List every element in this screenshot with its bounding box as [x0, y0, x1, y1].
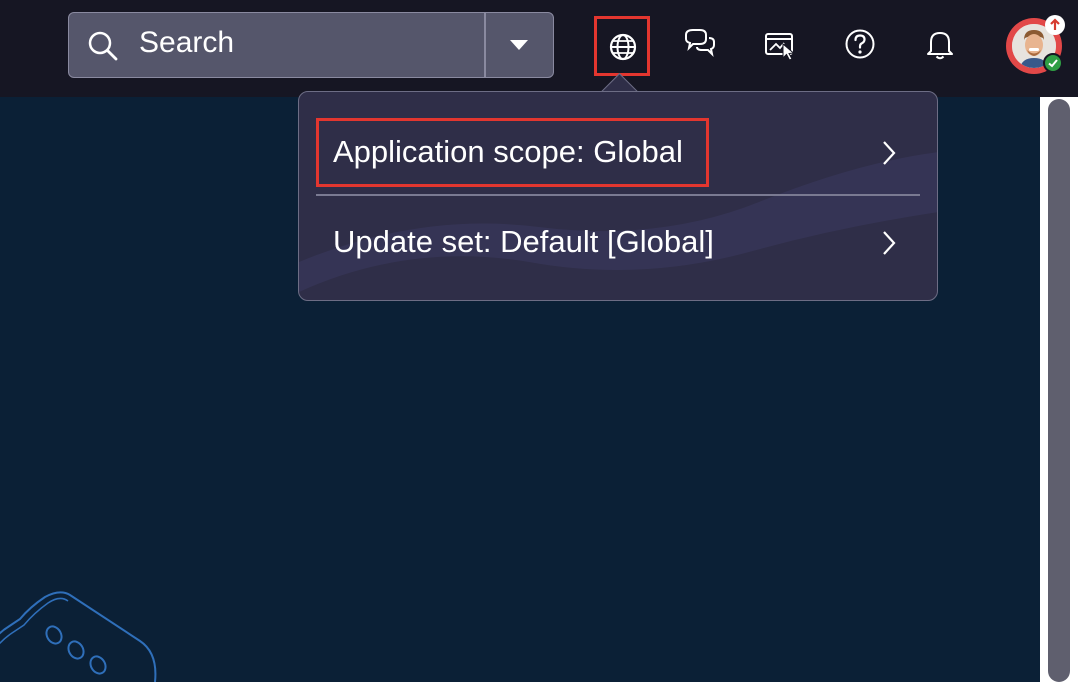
application-scope-highlight: [316, 118, 709, 187]
menu-divider: [316, 194, 920, 196]
menu-item-update-set[interactable]: Update set: Default [Global]: [317, 206, 919, 278]
chat-icon[interactable]: [682, 26, 718, 62]
caret-down-icon: [510, 40, 528, 50]
search-input[interactable]: Search: [139, 26, 234, 60]
chevron-right-icon: [883, 231, 896, 255]
search-scope-dropdown-button[interactable]: [486, 13, 553, 77]
globe-icon: [609, 33, 637, 61]
screen-capture-icon[interactable]: [762, 26, 798, 62]
chat-bubble-illustration: [0, 591, 157, 682]
bell-icon[interactable]: [922, 26, 958, 62]
scrollbar-thumb[interactable]: [1048, 99, 1070, 682]
upload-arrow-badge: [1045, 15, 1065, 35]
global-search[interactable]: Search: [68, 12, 554, 78]
top-navigation-bar: Search: [0, 0, 1078, 97]
menu-item-label: Update set: Default [Global]: [333, 224, 714, 259]
search-icon: [88, 31, 118, 61]
help-icon[interactable]: [842, 26, 878, 62]
chevron-right-icon: [883, 141, 896, 165]
application-scope-button[interactable]: [594, 16, 650, 76]
online-check-badge: [1043, 53, 1063, 73]
